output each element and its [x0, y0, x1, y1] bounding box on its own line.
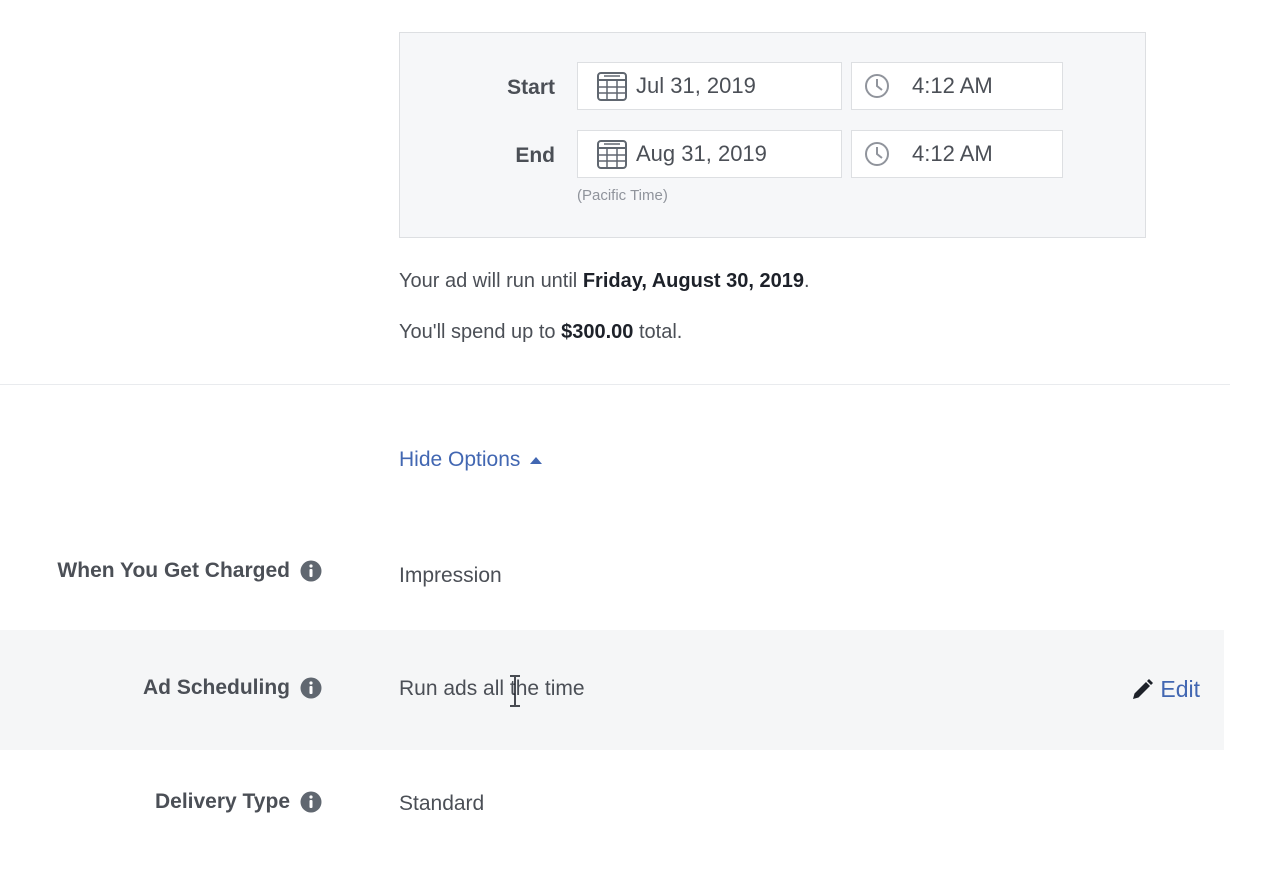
spend-prefix: You'll spend up to [399, 321, 562, 343]
spend-summary: You'll spend up to $300.00 total. [399, 321, 682, 344]
run-until-suffix: . [804, 270, 810, 292]
run-until-date: Friday, August 30, 2019 [582, 270, 805, 292]
timezone-note: (Pacific Time) [577, 187, 668, 204]
info-icon[interactable] [300, 560, 322, 582]
setting-label: Ad Scheduling [0, 676, 322, 700]
edit-label: Edit [1160, 676, 1200, 702]
end-date-value: Aug 31, 2019 [636, 141, 767, 166]
setting-value: Run ads all the time [399, 677, 585, 700]
run-until-prefix: Your ad will run until [399, 270, 583, 292]
start-date-value: Jul 31, 2019 [636, 73, 756, 98]
setting-value: Standard [399, 792, 485, 815]
run-until-summary: Your ad will run until Friday, August 30… [399, 270, 810, 293]
setting-label-text: Delivery Type [154, 790, 290, 813]
calendar-icon [597, 140, 627, 169]
hide-options-label: Hide Options [399, 448, 521, 471]
setting-value: Impression [399, 564, 502, 587]
end-time-field[interactable]: 4:12 AM [851, 130, 1063, 178]
hide-options-link[interactable]: Hide Options [399, 448, 543, 472]
caret-up-icon [530, 456, 543, 464]
end-label: End [515, 144, 555, 167]
ad-set-schedule-panel: Start Jul 31, 2019 4:12 AM End Aug 31, 2… [0, 0, 1266, 896]
setting-label-text: Ad Scheduling [143, 676, 290, 699]
calendar-icon [597, 72, 627, 101]
setting-row-delivery-type: Delivery Type Standard [0, 750, 1224, 870]
spend-suffix: total. [633, 321, 683, 343]
setting-label-text: When You Get Charged [57, 559, 290, 582]
end-time-value: 4:12 AM [912, 141, 993, 166]
start-time-field[interactable]: 4:12 AM [851, 62, 1063, 110]
info-icon[interactable] [300, 677, 322, 699]
clock-icon [865, 142, 889, 166]
start-label: Start [507, 76, 555, 99]
pencil-icon [1133, 678, 1154, 699]
start-time-value: 4:12 AM [912, 73, 993, 98]
schedule-box: Start Jul 31, 2019 4:12 AM End Aug 31, 2… [399, 32, 1146, 238]
end-date-field[interactable]: Aug 31, 2019 [577, 130, 842, 178]
setting-label: Delivery Type [0, 790, 322, 814]
info-icon[interactable] [300, 791, 322, 813]
clock-icon [865, 74, 889, 98]
edit-ad-scheduling-button[interactable]: Edit [1130, 676, 1200, 703]
start-date-field[interactable]: Jul 31, 2019 [577, 62, 842, 110]
setting-row-when-you-get-charged: When You Get Charged Impression [0, 515, 1224, 635]
text-cursor-icon [510, 675, 520, 707]
section-divider [0, 384, 1230, 385]
setting-label: When You Get Charged [0, 559, 322, 583]
setting-row-ad-scheduling: Ad Scheduling Run ads all the time Edit [0, 630, 1224, 750]
spend-amount: $300.00 [561, 321, 634, 343]
